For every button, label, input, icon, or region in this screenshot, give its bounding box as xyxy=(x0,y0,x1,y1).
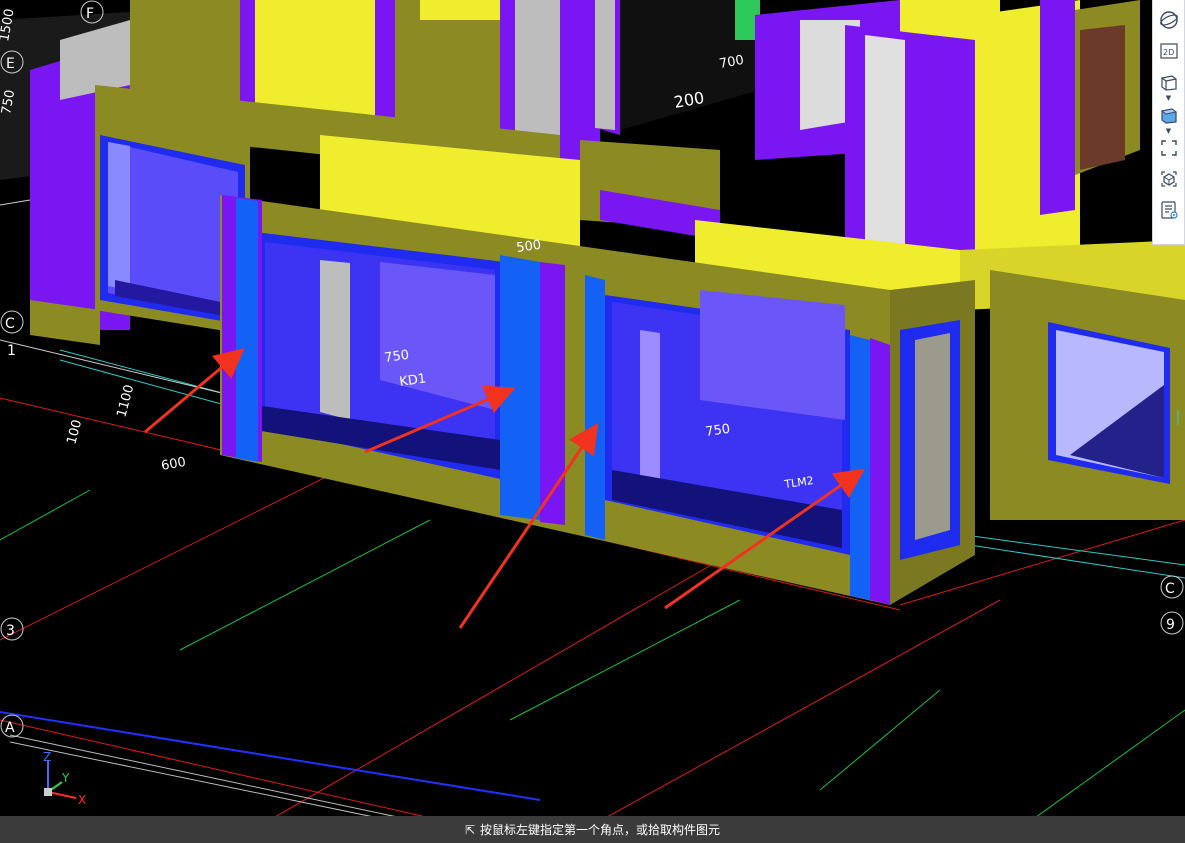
axis-A: A xyxy=(5,720,15,736)
dim-1100: 1100 xyxy=(114,383,137,419)
cursor-pick-icon: ⇱ xyxy=(464,822,476,837)
view-3d-box-menu-caret[interactable]: ▼ xyxy=(1157,94,1181,103)
axis-C-right: C xyxy=(1165,581,1175,597)
axis-3: 3 xyxy=(6,623,15,639)
view-3d-solid-icon xyxy=(1160,108,1177,124)
cube-view-button[interactable] xyxy=(1157,167,1181,191)
axis-z-label: Z xyxy=(43,752,51,764)
dim-200: 200 xyxy=(672,88,705,112)
zoom-extents-button[interactable] xyxy=(1157,136,1181,160)
axis-9-right: 9 xyxy=(1166,617,1175,633)
dim-100: 100 xyxy=(64,418,85,446)
view-2d-button[interactable]: 2D xyxy=(1157,39,1181,63)
view-2d-icon: 2D xyxy=(1159,43,1178,59)
axis-gizmo: Z Y X xyxy=(43,752,86,807)
axis-y-label: Y xyxy=(61,771,70,785)
view-3d-box-button[interactable] xyxy=(1157,70,1181,94)
view-toolbar: 2D ▼ ▼ xyxy=(1152,0,1185,245)
zoom-extents-icon xyxy=(1160,140,1177,156)
properties-panel-button[interactable] xyxy=(1157,198,1181,222)
status-message: 按鼠标左键指定第一个角点，或拾取构件图元 xyxy=(480,823,721,837)
cube-view-icon xyxy=(1160,171,1177,187)
cad-3d-viewport[interactable]: 1500 750 700 200 500 750 750 1100 100 60… xyxy=(0,0,1185,843)
model-scene[interactable]: 1500 750 700 200 500 750 750 1100 100 60… xyxy=(0,0,1185,843)
axis-1: 1 xyxy=(7,343,16,359)
dim-600: 600 xyxy=(160,455,187,474)
view-3d-solid-menu-caret[interactable]: ▼ xyxy=(1157,127,1181,136)
axis-x-label: X xyxy=(78,793,86,807)
properties-panel-icon xyxy=(1160,201,1178,219)
view-3d-solid-button[interactable] xyxy=(1157,103,1181,127)
axis-F: F xyxy=(86,6,94,22)
status-bar: ⇱ 按鼠标左键指定第一个角点，或拾取构件图元 xyxy=(0,816,1185,843)
axis-E: E xyxy=(6,56,15,72)
orbit-icon xyxy=(1159,11,1178,29)
orbit-button[interactable] xyxy=(1157,8,1181,32)
view-3d-box-icon xyxy=(1160,75,1177,91)
axis-C-left: C xyxy=(5,316,15,332)
svg-text:2D: 2D xyxy=(1163,48,1174,57)
